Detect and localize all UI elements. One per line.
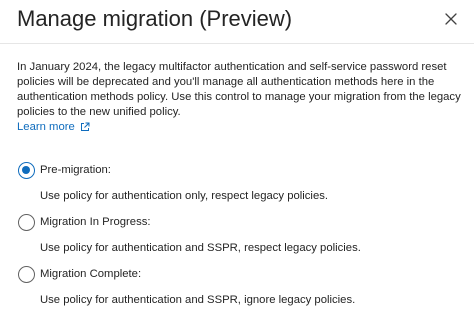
migration-complete-label: Migration Complete: — [40, 268, 142, 280]
close-icon — [445, 13, 457, 25]
learn-more-label: Learn more — [17, 121, 75, 133]
migration-complete-description: Use policy for authentication and SSPR, … — [40, 294, 356, 306]
close-button[interactable] — [440, 8, 462, 30]
migration-in-progress-radio[interactable] — [18, 214, 35, 231]
header-divider — [0, 43, 474, 44]
radio-selected-dot — [22, 166, 30, 174]
panel-title: Manage migration (Preview) — [17, 6, 293, 31]
migration-complete-radio[interactable] — [18, 266, 35, 283]
open-external-icon — [80, 122, 90, 131]
manage-migration-panel: Manage migration (Preview) In January 20… — [0, 0, 474, 319]
pre-migration-radio[interactable] — [18, 162, 35, 179]
migration-description: In January 2024, the legacy multifactor … — [17, 61, 461, 118]
pre-migration-label: Pre-migration: — [40, 164, 111, 176]
learn-more-link[interactable]: Learn more — [17, 121, 90, 133]
migration-in-progress-label: Migration In Progress: — [40, 216, 151, 228]
pre-migration-description: Use policy for authentication only, resp… — [40, 190, 329, 202]
migration-in-progress-description: Use policy for authentication and SSPR, … — [40, 242, 361, 254]
